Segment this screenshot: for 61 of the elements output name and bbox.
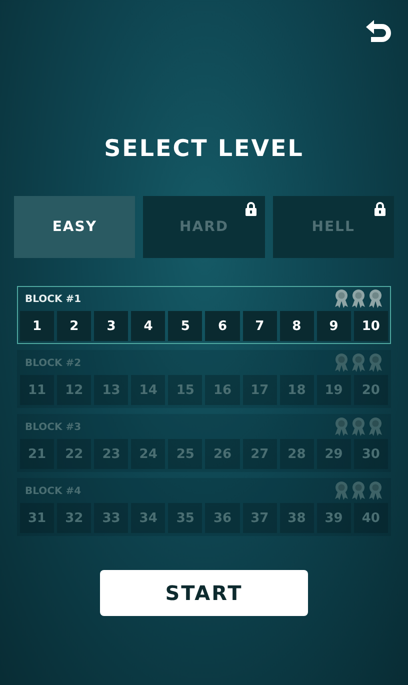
- difficulty-tab[interactable]: EASY: [14, 196, 136, 258]
- level-button[interactable]: 26: [205, 439, 240, 469]
- medal-icon: [351, 289, 366, 309]
- level-button[interactable]: 11: [20, 375, 54, 405]
- medal-icon: [368, 417, 383, 437]
- medal-icon: [351, 417, 366, 437]
- level-button[interactable]: 8: [280, 311, 314, 341]
- level-button[interactable]: 5: [168, 311, 202, 341]
- medal-icon: [334, 353, 349, 373]
- screen-title: SELECT LEVEL: [104, 136, 304, 162]
- level-button[interactable]: 33: [94, 503, 128, 533]
- level-button[interactable]: 20: [354, 375, 388, 405]
- level-button[interactable]: 9: [316, 311, 351, 341]
- level-button[interactable]: 15: [168, 375, 202, 405]
- level-button[interactable]: 7: [242, 311, 277, 341]
- level-button[interactable]: 30: [354, 439, 388, 469]
- block-label: BLOCK #2: [25, 358, 82, 368]
- level-button[interactable]: 17: [242, 375, 277, 405]
- level-button[interactable]: 31: [20, 503, 54, 533]
- level-button[interactable]: 36: [205, 503, 240, 533]
- level-button[interactable]: 27: [242, 439, 277, 469]
- medal-icon: [351, 353, 366, 373]
- medal-icon: [334, 481, 349, 501]
- level-button[interactable]: 21: [20, 439, 54, 469]
- level-button[interactable]: 35: [168, 503, 202, 533]
- level-button[interactable]: 18: [280, 375, 314, 405]
- medal-icon: [368, 289, 383, 309]
- level-button[interactable]: 38: [280, 503, 314, 533]
- block-label: BLOCK #1: [25, 294, 82, 304]
- level-button[interactable]: 13: [94, 375, 128, 405]
- level-button[interactable]: 37: [242, 503, 277, 533]
- level-button[interactable]: 28: [280, 439, 314, 469]
- medal-icon: [368, 481, 383, 501]
- level-button[interactable]: 19: [316, 375, 351, 405]
- medal-icon: [334, 417, 349, 437]
- medal-icon: [334, 289, 349, 309]
- block-label: BLOCK #4: [25, 486, 82, 496]
- level-button[interactable]: 32: [57, 503, 92, 533]
- level-button[interactable]: 23: [94, 439, 128, 469]
- level-button[interactable]: 2: [57, 311, 92, 341]
- level-button[interactable]: 10: [354, 311, 388, 341]
- level-button[interactable]: 22: [57, 439, 92, 469]
- medal-icon: [351, 481, 366, 501]
- level-button[interactable]: 24: [131, 439, 166, 469]
- level-button[interactable]: 4: [131, 311, 166, 341]
- level-button[interactable]: 29: [316, 439, 351, 469]
- level-button[interactable]: 40: [354, 503, 388, 533]
- level-button[interactable]: 39: [316, 503, 351, 533]
- start-button[interactable]: START: [100, 570, 308, 616]
- block-label: BLOCK #3: [25, 422, 82, 432]
- level-button[interactable]: 34: [131, 503, 166, 533]
- medal-icon: [368, 353, 383, 373]
- difficulty-tab[interactable]: HELL: [272, 196, 394, 258]
- level-button[interactable]: 3: [94, 311, 128, 341]
- level-button[interactable]: 25: [168, 439, 202, 469]
- level-button[interactable]: 6: [205, 311, 240, 341]
- level-button[interactable]: 12: [57, 375, 92, 405]
- difficulty-tab[interactable]: HARD: [143, 196, 265, 258]
- level-button[interactable]: 16: [205, 375, 240, 405]
- level-button[interactable]: 14: [131, 375, 166, 405]
- level-button[interactable]: 1: [20, 311, 54, 341]
